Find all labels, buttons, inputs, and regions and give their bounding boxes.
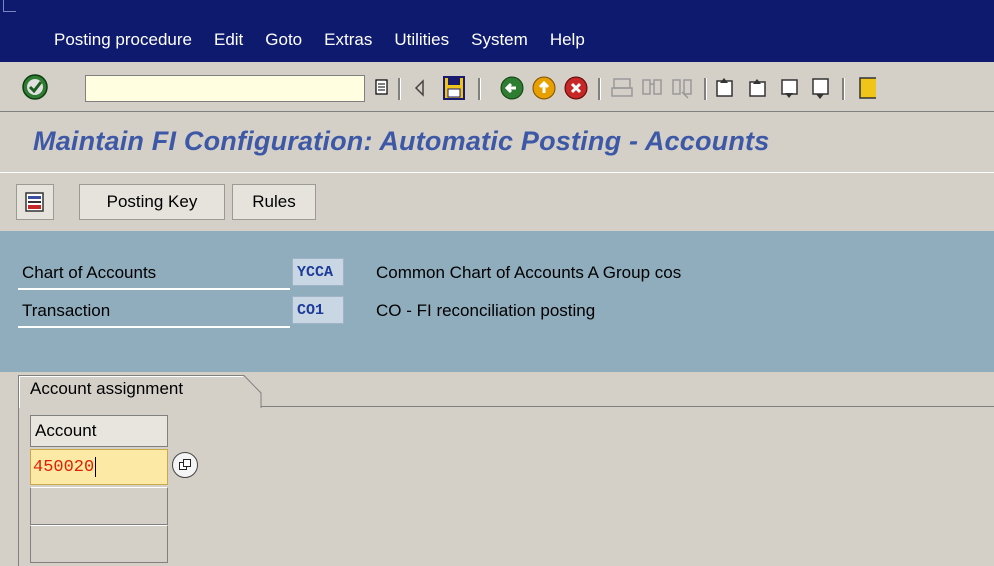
menu-utilities[interactable]: Utilities	[394, 30, 449, 50]
back-icon	[500, 76, 524, 100]
menu-bar: Posting procedure Edit Goto Extras Utili…	[0, 0, 994, 62]
chart-of-accounts-field[interactable]: YCCA	[292, 258, 344, 286]
create-session-button[interactable]	[856, 74, 876, 102]
collapse-button[interactable]	[406, 74, 434, 102]
save-button[interactable]	[440, 74, 468, 102]
find-button[interactable]	[638, 74, 666, 102]
exit-button[interactable]	[530, 74, 558, 102]
print-button[interactable]	[608, 74, 636, 102]
back-button[interactable]	[498, 74, 526, 102]
toolbar-separator	[842, 78, 845, 100]
transaction-label: Transaction	[22, 301, 111, 320]
menu-help[interactable]: Help	[550, 30, 585, 50]
menu-extras[interactable]: Extras	[324, 30, 372, 50]
transaction-description: CO - FI reconciliation posting	[376, 301, 596, 320]
toolbar-separator	[398, 78, 401, 100]
command-field[interactable]	[85, 75, 365, 102]
last-page-icon	[812, 78, 829, 99]
previous-page-button[interactable]	[744, 74, 772, 102]
create-session-icon	[859, 77, 876, 99]
value-help-icon	[179, 459, 191, 470]
print-icon	[611, 78, 633, 97]
display-change-icon	[25, 192, 44, 212]
account-input-value: 450020	[33, 457, 95, 477]
label-underline	[18, 288, 290, 290]
find-next-icon	[672, 79, 692, 99]
table-row[interactable]	[30, 525, 168, 563]
first-page-icon	[716, 78, 733, 97]
column-header-account[interactable]: Account	[30, 415, 168, 447]
display-change-button[interactable]	[16, 184, 54, 220]
find-icon	[642, 79, 662, 95]
cancel-button[interactable]	[562, 74, 590, 102]
window-corner-icon	[3, 0, 16, 12]
previous-page-icon	[749, 79, 766, 97]
label-underline	[18, 326, 290, 328]
exit-icon	[532, 76, 556, 100]
table-row[interactable]	[30, 487, 168, 525]
first-page-button[interactable]	[712, 74, 740, 102]
text-cursor	[95, 457, 97, 477]
menu-goto[interactable]: Goto	[265, 30, 302, 50]
account-input[interactable]: 450020	[30, 449, 168, 485]
menu-list: Posting procedure Edit Goto Extras Utili…	[54, 30, 607, 50]
posting-key-button[interactable]: Posting Key	[79, 184, 225, 220]
next-page-button[interactable]	[776, 74, 804, 102]
menu-posting-procedure[interactable]: Posting procedure	[54, 30, 192, 50]
toolbar-separator	[704, 78, 707, 100]
page-title: Maintain FI Configuration: Automatic Pos…	[33, 126, 770, 156]
toolbar-separator	[598, 78, 601, 100]
chart-of-accounts-label: Chart of Accounts	[22, 263, 157, 282]
toolbar-separator	[478, 78, 481, 100]
enter-button[interactable]	[20, 72, 50, 102]
save-icon	[443, 76, 465, 100]
command-dropdown-button[interactable]	[370, 75, 394, 101]
cancel-icon	[564, 76, 588, 100]
value-help-button[interactable]	[172, 452, 198, 478]
chart-of-accounts-description: Common Chart of Accounts A Group cos	[376, 263, 682, 282]
tab-label: Account assignment	[30, 379, 184, 398]
enter-icon	[22, 74, 48, 100]
find-next-button[interactable]	[668, 74, 696, 102]
menu-edit[interactable]: Edit	[214, 30, 243, 50]
last-page-button[interactable]	[808, 74, 836, 102]
menu-system[interactable]: System	[471, 30, 528, 50]
rules-button[interactable]: Rules	[232, 184, 316, 220]
next-page-icon	[781, 79, 798, 98]
transaction-field[interactable]: CO1	[292, 296, 344, 324]
dropdown-icon	[375, 79, 388, 95]
back-arrow-icon	[414, 79, 424, 97]
